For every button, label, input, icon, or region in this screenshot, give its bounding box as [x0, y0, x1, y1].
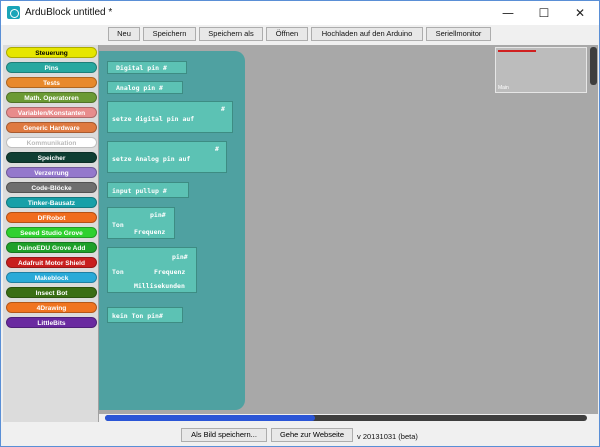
block-no-tone[interactable]: kein Ton pin#: [107, 307, 183, 323]
category-tests[interactable]: Tests: [6, 77, 97, 88]
category-makeblock[interactable]: Makeblock: [6, 272, 97, 283]
category-seeed-studio-grove[interactable]: Seeed Studio Grove: [6, 227, 97, 238]
block-tone-duration-socket-frequency: Frequenz: [154, 268, 186, 276]
category-communication[interactable]: Kommunikation: [6, 137, 97, 148]
minimap-label: Main: [498, 85, 509, 91]
workspace-canvas[interactable]: Digital pin # Analog pin # setze digital…: [99, 45, 589, 414]
block-input-pullup-label: input pullup #: [112, 187, 167, 195]
block-set-digital-pin[interactable]: setze digital pin auf #: [107, 101, 233, 133]
category-insect-bot[interactable]: Insect Bot: [6, 287, 97, 298]
category-code-blocks[interactable]: Code-Blöcke: [6, 182, 97, 193]
category-steuerung[interactable]: Steuerung: [6, 47, 97, 58]
vertical-scrollbar-thumb[interactable]: [590, 47, 597, 85]
horizontal-scrollbar-thumb[interactable]: [105, 415, 315, 421]
save-button[interactable]: Speichern: [143, 27, 196, 41]
category-tinker-kit[interactable]: Tinker-Bausatz: [6, 197, 97, 208]
minimize-icon[interactable]: —: [493, 3, 523, 23]
block-tone-socket-pin: pin#: [150, 211, 166, 219]
category-littlebits[interactable]: LittleBits: [6, 317, 97, 328]
block-tone-label: Ton: [112, 221, 124, 229]
maximize-icon[interactable]: ☐: [529, 3, 559, 23]
category-pins[interactable]: Pins: [6, 62, 97, 73]
category-distortion[interactable]: Verzerrung: [6, 167, 97, 178]
category-palette: Steuerung Pins Tests Math. Operatoren Va…: [3, 45, 99, 422]
block-set-digital-pin-label: setze digital pin auf: [112, 115, 195, 123]
block-tone-duration-label: Ton: [112, 268, 124, 276]
upload-to-arduino-button[interactable]: Hochladen auf den Arduino: [311, 27, 423, 41]
category-4drawing[interactable]: 4Drawing: [6, 302, 97, 313]
block-input-pullup[interactable]: input pullup #: [107, 182, 189, 198]
category-memory[interactable]: Speicher: [6, 152, 97, 163]
block-analog-pin-label: Analog pin #: [116, 84, 163, 92]
minimap-viewport-indicator: [498, 50, 536, 52]
block-set-digital-pin-socket: #: [221, 105, 225, 113]
category-dfrobot[interactable]: DFRobot: [6, 212, 97, 223]
block-tone-duration[interactable]: Ton pin# Frequenz Millisekunden: [107, 247, 197, 293]
version-label: v 20131031 (beta): [357, 432, 418, 441]
save-as-image-button[interactable]: Als Bild speichern...: [181, 428, 267, 442]
category-variables-constants[interactable]: Variablen/Konstanten: [6, 107, 97, 118]
category-adafruit-motor-shield[interactable]: Adafruit Motor Shield: [6, 257, 97, 268]
block-tone-socket-frequency: Frequenz: [134, 228, 166, 236]
block-tone[interactable]: Ton pin# Frequenz: [107, 207, 175, 239]
block-set-analog-pin-socket: #: [215, 145, 219, 153]
block-tone-duration-socket-pin: pin#: [172, 253, 188, 261]
window-title: ArduBlock untitled *: [25, 7, 113, 18]
category-generic-hardware[interactable]: Generic Hardware: [6, 122, 97, 133]
ardublock-logo-icon: [7, 6, 20, 19]
block-set-analog-pin-label: setze Analog pin auf: [112, 155, 191, 163]
workspace-minimap[interactable]: Main: [495, 47, 587, 93]
new-button[interactable]: Neu: [108, 27, 140, 41]
serial-monitor-button[interactable]: Seriellmonitor: [426, 27, 491, 41]
ardublock-window: ArduBlock untitled * — ☐ ✕ Neu Speichern…: [0, 0, 600, 447]
block-set-analog-pin[interactable]: setze Analog pin auf #: [107, 141, 227, 173]
block-tone-duration-socket-milliseconds: Millisekunden: [134, 282, 185, 290]
category-math-operators[interactable]: Math. Operatoren: [6, 92, 97, 103]
toolbar: Neu Speichern Speichern als Öffnen Hochl…: [1, 25, 599, 43]
block-drawer: Digital pin # Analog pin # setze digital…: [99, 51, 245, 410]
open-button[interactable]: Öffnen: [266, 27, 308, 41]
save-as-button[interactable]: Speichern als: [199, 27, 263, 41]
vertical-scrollbar[interactable]: [589, 45, 598, 414]
status-bar: Als Bild speichern... Gehe zur Webseite …: [1, 425, 599, 446]
block-no-tone-label: kein Ton pin#: [112, 312, 163, 320]
close-icon[interactable]: ✕: [565, 3, 595, 23]
block-digital-pin[interactable]: Digital pin #: [107, 61, 187, 74]
block-digital-pin-label: Digital pin #: [116, 64, 167, 72]
go-to-website-button[interactable]: Gehe zur Webseite: [271, 428, 353, 442]
title-bar: ArduBlock untitled * — ☐ ✕: [1, 1, 599, 25]
category-duinoedu-grove-add[interactable]: DuinoEDU Grove Add: [6, 242, 97, 253]
block-analog-pin[interactable]: Analog pin #: [107, 81, 183, 94]
